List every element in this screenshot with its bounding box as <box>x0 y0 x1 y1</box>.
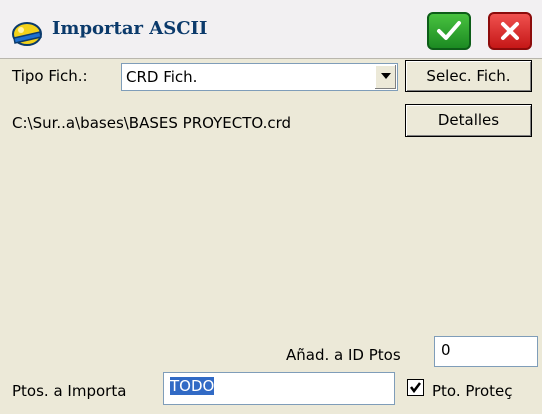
file-type-value: CRD Fich. <box>126 68 198 86</box>
checkmark-icon <box>437 21 461 40</box>
add-to-id-value: 0 <box>441 341 451 359</box>
file-type-label: Tipo Fich.: <box>12 67 88 85</box>
select-file-button[interactable]: Selec. Fich. <box>405 60 532 92</box>
points-to-import-value: TODO <box>170 377 215 395</box>
helmet-icon <box>12 22 42 46</box>
add-to-id-input[interactable]: 0 <box>434 336 538 367</box>
window-title: Importar ASCII <box>52 18 208 39</box>
protect-points-label: Pto. Proteç <box>432 382 513 400</box>
select-file-label: Selec. Fich. <box>426 67 511 85</box>
dropdown-arrow-button[interactable] <box>374 65 396 89</box>
file-type-dropdown[interactable]: CRD Fich. <box>121 63 398 91</box>
file-path-text: C:\Sur..a\bases\BASES PROYECTO.crd <box>12 114 292 132</box>
close-button[interactable] <box>488 12 532 50</box>
points-to-import-input[interactable]: TODO <box>163 372 395 405</box>
title-bar: Importar ASCII <box>0 0 542 59</box>
chevron-down-icon <box>381 73 391 79</box>
points-to-import-label: Ptos. a Importa <box>12 382 127 400</box>
add-to-id-label: Añad. a ID Ptos <box>286 346 401 364</box>
ok-button[interactable] <box>427 12 471 50</box>
protect-points-checkbox[interactable] <box>407 379 424 396</box>
details-button[interactable]: Detalles <box>405 104 532 137</box>
details-label: Detalles <box>437 111 500 129</box>
x-close-icon <box>501 22 519 40</box>
check-icon <box>410 382 421 394</box>
